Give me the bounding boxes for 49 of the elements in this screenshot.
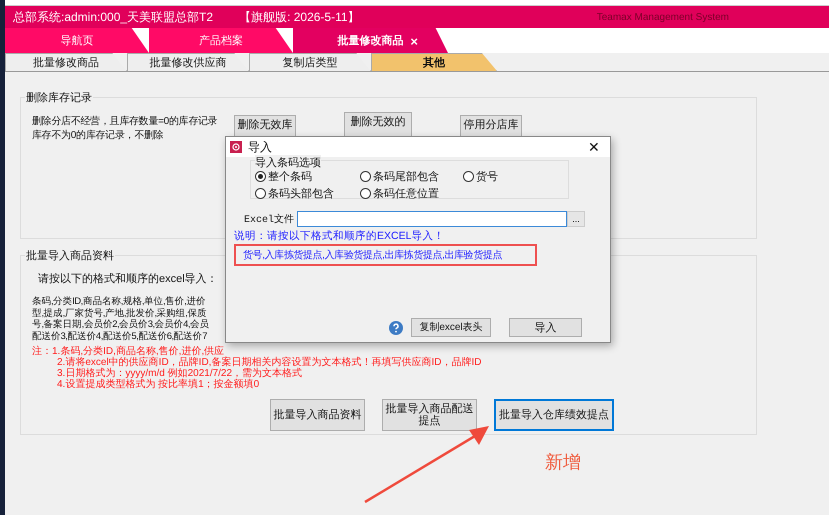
group-title: 批量导入商品资料: [25, 248, 115, 263]
browse-button[interactable]: ...: [567, 211, 586, 227]
import-button[interactable]: 批量导入仓库绩效提点: [494, 399, 614, 431]
group-title: 删除库存记录: [25, 90, 93, 105]
description-text: 库存不为0的库存记录，不删除: [32, 129, 164, 143]
help-icon[interactable]: [389, 320, 403, 334]
field-list-text: 配送价3,配送价4,配送价5,配送价6,配送价7: [32, 330, 207, 342]
copy-header-button[interactable]: 复制excel表头: [411, 318, 491, 337]
note-text: 注：1.条码,分类ID,商品名称,售价,进价,供应: [32, 346, 224, 357]
tab[interactable]: 产品档案: [149, 28, 293, 53]
tab[interactable]: 导航页: [5, 28, 149, 53]
note-text: 2.请将excel中的供应商ID，品牌ID,备案日期相关内容设置为文本格式！再填写供应商ID，品牌ID: [56, 357, 482, 368]
subtab[interactable]: 批量修改商品: [5, 53, 127, 71]
radio-button[interactable]: [463, 171, 474, 182]
option-label: 货号: [476, 170, 498, 184]
instruction-text: 请按以下的格式和顺序的excel导入：: [38, 272, 218, 286]
import-button[interactable]: 批量导入商品资料: [270, 399, 365, 431]
option-label: 条码尾部包含: [373, 170, 439, 184]
field-label: Excel文件: [244, 212, 294, 226]
column-list-text: 货号,入库拣货提点,入库验货提点,出库拣货提点,出库验货提点: [243, 248, 502, 262]
edition-label: 【旗舰版: 2026-5-11】: [239, 8, 360, 26]
brand-text: Teamax Management System: [596, 12, 729, 22]
field-list-text: 号,备案日期,会员价2,会员价3,会员价4,会员: [32, 319, 210, 330]
import-button[interactable]: 导入: [509, 318, 582, 337]
tab[interactable]: 批量修改商品 ×: [293, 28, 448, 53]
radio-button[interactable]: [255, 188, 266, 199]
field-list-text: 条码,分类ID,商品名称,规格,单位,售价,进价: [32, 296, 206, 308]
subtab[interactable]: 复制店类型: [249, 53, 371, 71]
subtab[interactable]: 其他: [371, 53, 497, 71]
group-title: 导入条码选项: [255, 155, 321, 170]
note-text: 4.设置提成类型格式为 按比率填1；按金额填0: [56, 379, 260, 390]
option-label: 条码任意位置: [373, 187, 439, 201]
subtab[interactable]: 批量修改供应商: [127, 53, 249, 71]
description-text: 删除分店不经营，且库存数量=0的库存记录: [32, 115, 218, 129]
field-list-text: 型,提成,厂家货号,产地,批发价,采购组,保质: [32, 308, 206, 319]
import-button[interactable]: 批量导入商品配送提点: [382, 399, 477, 431]
radio-button[interactable]: [360, 171, 371, 182]
file-path-field[interactable]: [297, 211, 568, 227]
radio-button[interactable]: [360, 188, 371, 199]
option-label: 整个条码: [268, 170, 312, 184]
app-logo-icon: [230, 141, 242, 153]
system-title: 总部系统:admin:000_天美联盟总部T2: [13, 8, 214, 26]
close-tab-button[interactable]: ×: [410, 34, 418, 49]
option-label: 条码头部包含: [268, 186, 334, 201]
note-text: 说明：请按以下格式和顺序的EXCEL导入！: [234, 229, 446, 243]
radio-button[interactable]: [255, 171, 266, 182]
close-button[interactable]: ✕: [588, 139, 600, 155]
annotation-text: 新增: [545, 451, 581, 474]
note-text: 3.日期格式为：yyyy/m/d 例如2021/7/22，需为文本格式: [56, 368, 302, 379]
